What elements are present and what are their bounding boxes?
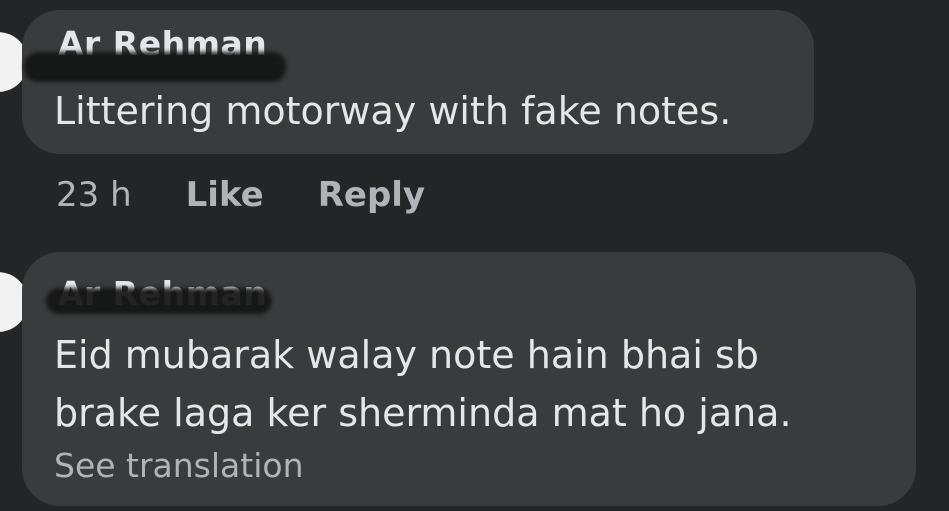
- comment-timestamp: 23 h: [56, 175, 132, 215]
- comments-thread: Ar Rehman Littering motorway with fake n…: [0, 0, 949, 511]
- comment-text: Littering motorway with fake notes.: [54, 89, 732, 133]
- author-redaction-mark: [24, 52, 286, 82]
- comment-bubble: Ar Rehman Eid mubarak walay note hain bh…: [22, 252, 916, 506]
- reply-button[interactable]: Reply: [318, 175, 425, 215]
- like-button[interactable]: Like: [186, 175, 264, 215]
- comment-text-line: brake laga ker sherminda mat ho jana.: [54, 391, 792, 435]
- see-translation-link[interactable]: See translation: [54, 446, 303, 485]
- comment-bubble: Ar Rehman Littering motorway with fake n…: [22, 10, 814, 154]
- comment-actions: 23 h Like Reply: [56, 170, 425, 220]
- author-redaction-mark: [46, 288, 272, 314]
- comment-text-line: Eid mubarak walay note hain bhai sb: [54, 333, 759, 377]
